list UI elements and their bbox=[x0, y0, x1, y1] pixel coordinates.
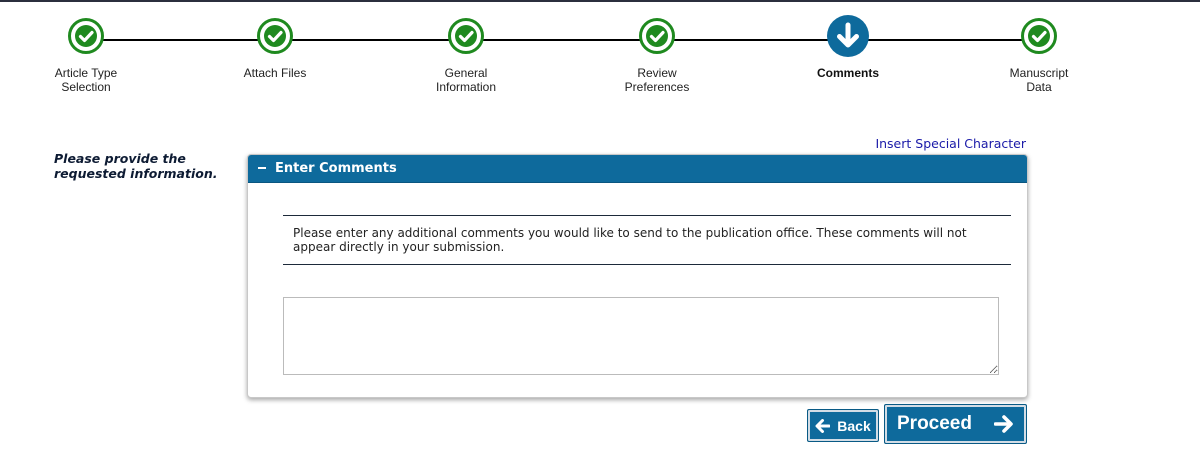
step-manuscript-data[interactable]: Manuscript Data bbox=[979, 18, 1099, 94]
step-comments[interactable]: Comments bbox=[788, 15, 908, 80]
step-label: Comments bbox=[816, 66, 879, 80]
check-circle-icon bbox=[1021, 18, 1057, 54]
arrow-left-icon bbox=[815, 418, 831, 433]
step-attach-files[interactable]: Attach Files bbox=[215, 18, 335, 80]
collapse-icon[interactable] bbox=[258, 166, 266, 169]
panel-header[interactable]: Enter Comments bbox=[248, 155, 1027, 183]
progress-stepper: Article Type Selection Attach Files Gene… bbox=[0, 0, 1200, 110]
instructions-text: Please provide the requested information… bbox=[54, 151, 218, 181]
check-circle-icon bbox=[639, 18, 675, 54]
proceed-button[interactable]: Proceed bbox=[884, 404, 1027, 444]
comments-textarea[interactable] bbox=[283, 297, 999, 375]
step-label: General Information bbox=[435, 66, 497, 94]
arrow-right-icon bbox=[993, 415, 1014, 433]
back-button[interactable]: Back bbox=[807, 409, 879, 442]
enter-comments-panel: Enter Comments Please enter any addition… bbox=[247, 154, 1028, 398]
step-label: Article Type Selection bbox=[54, 66, 118, 94]
insert-special-character-link[interactable]: Insert Special Character bbox=[875, 136, 1026, 151]
step-article-type-selection[interactable]: Article Type Selection bbox=[26, 18, 146, 94]
step-label: Attach Files bbox=[243, 66, 307, 80]
check-circle-icon bbox=[68, 18, 104, 54]
arrow-down-circle-icon bbox=[827, 15, 869, 57]
step-label: Manuscript Data bbox=[1009, 66, 1069, 94]
step-general-information[interactable]: General Information bbox=[406, 18, 526, 94]
step-review-preferences[interactable]: Review Preferences bbox=[597, 18, 717, 94]
check-circle-icon bbox=[448, 18, 484, 54]
comments-note: Please enter any additional comments you… bbox=[283, 215, 1011, 265]
step-label: Review Preferences bbox=[624, 66, 690, 94]
proceed-label: Proceed bbox=[897, 413, 972, 434]
back-label: Back bbox=[837, 417, 871, 434]
check-circle-icon bbox=[257, 18, 293, 54]
panel-title: Enter Comments bbox=[275, 161, 397, 176]
